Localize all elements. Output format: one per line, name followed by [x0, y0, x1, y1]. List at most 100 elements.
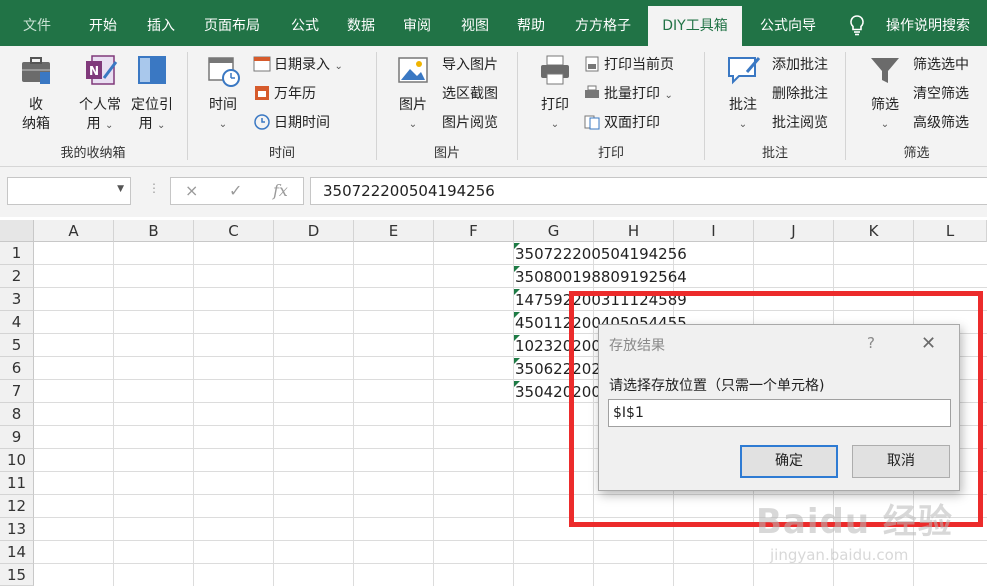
column-header[interactable]: C [194, 220, 274, 242]
browse-comment-button[interactable]: 批注阅览 [772, 112, 828, 134]
tab-help[interactable]: 帮助 [504, 0, 558, 46]
column-header[interactable]: L [914, 220, 987, 242]
row-header[interactable]: 4 [0, 311, 34, 334]
cell-g1[interactable]: 350722200504194256 [515, 243, 687, 266]
row-header[interactable]: 15 [0, 564, 34, 586]
column-header[interactable]: K [834, 220, 914, 242]
date-grid-icon [253, 55, 271, 73]
row-header[interactable]: 8 [0, 403, 34, 426]
drag-handle-icon[interactable]: ⋮ [148, 181, 160, 195]
tab-insert[interactable]: 插入 [134, 0, 188, 46]
locate-ref-button[interactable]: 定位引 用 ⌄ [128, 52, 176, 135]
tab-fangfang[interactable]: 方方格子 [562, 0, 644, 46]
select-all-corner[interactable] [0, 220, 34, 242]
onenote-icon: N [86, 55, 118, 85]
tab-review[interactable]: 审阅 [390, 0, 444, 46]
row-header[interactable]: 10 [0, 449, 34, 472]
cancel-button[interactable]: 取消 [852, 445, 950, 478]
filter-selected-button[interactable]: 筛选选中 [913, 54, 969, 76]
clear-filter-button[interactable]: 清空筛选 [913, 83, 969, 105]
tab-home[interactable]: 开始 [76, 0, 130, 46]
duplex-print-icon [583, 113, 601, 131]
date-entry-button[interactable]: 日期录入 ⌄ [253, 54, 343, 76]
cell-g2[interactable]: 350800198809192564 [515, 266, 687, 289]
row-header[interactable]: 12 [0, 495, 34, 518]
ribbon-tab-bar: 文件 开始 插入 页面布局 公式 数据 审阅 视图 帮助 方方格子 DIY工具箱… [0, 0, 987, 46]
row-header[interactable]: 13 [0, 518, 34, 541]
datetime-button[interactable]: 日期时间 [253, 112, 330, 134]
ribbon-body: 收 纳箱 N 个人常 用 ⌄ 定位引 用 ⌄ 我的收纳箱 时间 ⌄ 日期录入 ⌄… [0, 46, 987, 167]
row-header[interactable]: 6 [0, 357, 34, 380]
formula-input[interactable]: 350722200504194256 [310, 177, 987, 205]
column-header[interactable]: H [594, 220, 674, 242]
enter-icon[interactable]: ✓ [229, 181, 242, 200]
clock-icon [253, 113, 271, 131]
print-button[interactable]: 打印 ⌄ [532, 52, 578, 134]
time-button[interactable]: 时间 ⌄ [200, 52, 246, 134]
column-header[interactable]: E [354, 220, 434, 242]
column-header[interactable]: I [674, 220, 754, 242]
column-header[interactable]: A [34, 220, 114, 242]
row-header[interactable]: 7 [0, 380, 34, 403]
delete-comment-button[interactable]: 删除批注 [772, 83, 828, 105]
tab-data[interactable]: 数据 [334, 0, 388, 46]
advanced-filter-button[interactable]: 高级筛选 [913, 112, 969, 134]
cancel-icon[interactable]: × [185, 181, 198, 200]
tab-formulas[interactable]: 公式 [278, 0, 332, 46]
close-icon[interactable]: ✕ [921, 333, 936, 354]
tab-diy-toolbox[interactable]: DIY工具箱 [648, 6, 742, 46]
tab-view[interactable]: 视图 [448, 0, 502, 46]
lightbulb-icon[interactable] [848, 14, 866, 36]
personal-common-button[interactable]: N 个人常 用 ⌄ [74, 52, 126, 135]
group-label-print: 打印 [597, 146, 624, 161]
row-header[interactable]: 14 [0, 541, 34, 564]
row-header[interactable]: 1 [0, 242, 34, 265]
column-header[interactable]: B [114, 220, 194, 242]
import-picture-button[interactable]: 导入图片 [442, 54, 498, 76]
print-current-page-button[interactable]: 打印当前页 [583, 54, 674, 76]
svg-text:N: N [89, 64, 99, 78]
print-page-icon [583, 55, 601, 73]
batch-print-button[interactable]: 批量打印 ⌄ [583, 83, 673, 105]
calendar-clock-icon [208, 57, 240, 87]
column-header[interactable]: F [434, 220, 514, 242]
duplex-print-button[interactable]: 双面打印 [583, 112, 660, 134]
row-header[interactable]: 3 [0, 288, 34, 311]
name-box[interactable]: ▼ [7, 177, 131, 205]
chevron-down-icon[interactable]: ▼ [117, 184, 124, 194]
column-header[interactable]: J [754, 220, 834, 242]
row-header[interactable]: 11 [0, 472, 34, 495]
fx-icon[interactable]: fx [273, 181, 288, 200]
watermark-logo-text: Baidu 经验 [756, 502, 953, 542]
tell-me-search[interactable]: 操作说明搜索 [876, 0, 980, 46]
comment-button[interactable]: 批注 ⌄ [720, 52, 766, 134]
location-input[interactable]: $I$1 [608, 399, 951, 427]
tab-file[interactable]: 文件 [10, 0, 64, 46]
perpetual-calendar-icon [253, 84, 271, 102]
column-header[interactable]: G [514, 220, 594, 242]
tab-page-layout[interactable]: 页面布局 [192, 0, 272, 46]
dialog-title: 存放结果 [609, 338, 665, 354]
picture-button[interactable]: 图片 ⌄ [390, 52, 436, 134]
row-header[interactable]: 9 [0, 426, 34, 449]
dialog-prompt: 请选择存放位置（只需一个单元格) [609, 378, 825, 394]
row-header[interactable]: 2 [0, 265, 34, 288]
row-header[interactable]: 5 [0, 334, 34, 357]
picture-browse-button[interactable]: 图片阅览 [442, 112, 498, 134]
group-label-comment: 批注 [761, 146, 788, 161]
calendar-button[interactable]: 万年历 [253, 83, 316, 105]
filter-button[interactable]: 筛选 ⌄ [862, 52, 908, 134]
formula-bar: ▼ ⋮ × ✓ fx 350722200504194256 [0, 167, 987, 217]
tab-formula-wizard[interactable]: 公式向导 [748, 0, 828, 46]
group-label-filter: 筛选 [903, 146, 930, 161]
add-comment-button[interactable]: 添加批注 [772, 54, 828, 76]
toolbox-icon [22, 57, 50, 84]
shoubox-button[interactable]: 收 纳箱 [10, 52, 62, 134]
ok-button[interactable]: 确定 [740, 445, 838, 478]
group-label-my-box: 我的收纳箱 [60, 146, 126, 161]
help-icon[interactable]: ? [867, 334, 875, 352]
selection-capture-button[interactable]: 选区截图 [442, 83, 498, 105]
column-header[interactable]: D [274, 220, 354, 242]
baidu-watermark: Baidu 经验 jingyan.baidu.com [756, 494, 956, 576]
funnel-icon [871, 58, 899, 83]
